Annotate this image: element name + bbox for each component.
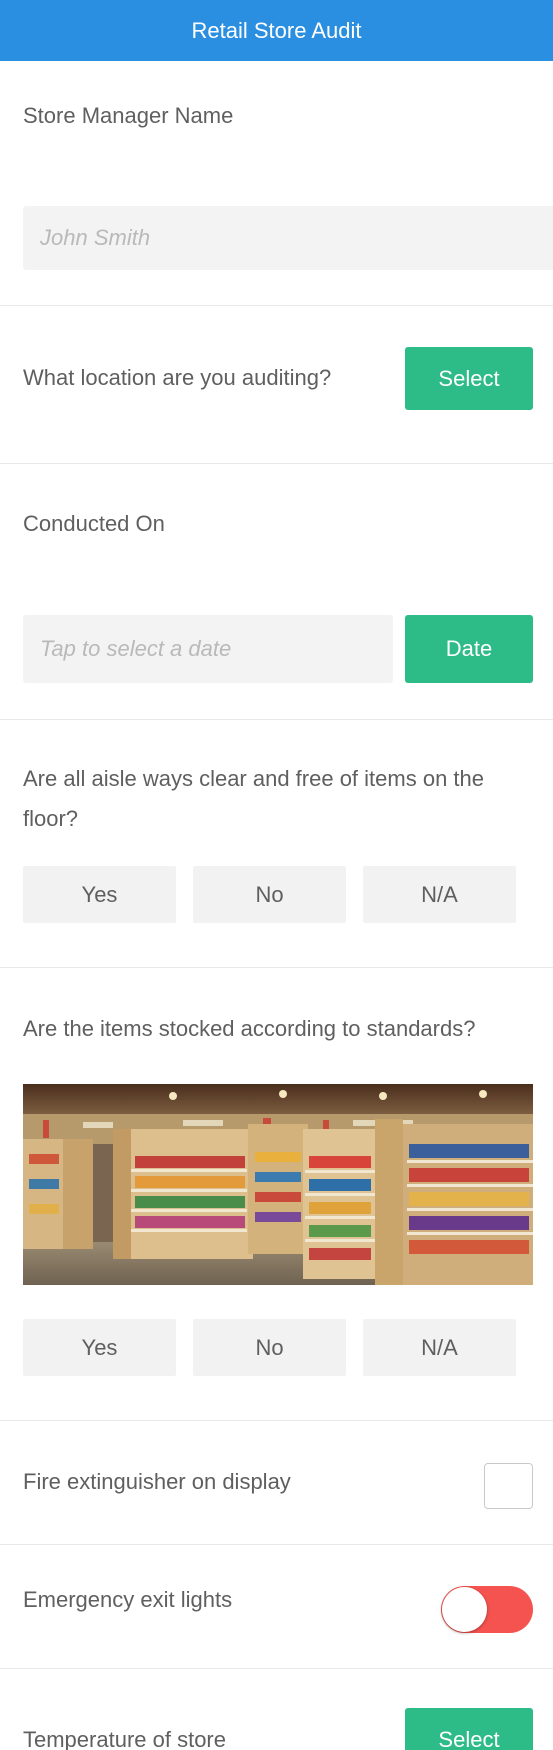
fire-extinguisher-checkbox[interactable] — [484, 1463, 533, 1509]
aisle-question-label: Are all aisle ways clear and free of ite… — [23, 766, 485, 831]
page-title: Retail Store Audit — [191, 17, 362, 43]
emergency-exit-toggle[interactable] — [441, 1586, 533, 1633]
store-aisle-photo — [23, 1084, 533, 1285]
date-input[interactable]: Tap to select a date — [23, 615, 393, 683]
conducted-on-label: Conducted On — [23, 511, 165, 536]
emergency-exit-label: Emergency exit lights — [23, 1587, 233, 1612]
stocked-no-option[interactable]: No — [193, 1319, 346, 1376]
divider — [0, 719, 553, 720]
aisle-yes-option[interactable]: Yes — [23, 866, 176, 923]
app-header: Retail Store Audit — [0, 0, 553, 61]
temperature-label: Temperature of store — [23, 1727, 226, 1750]
divider — [0, 967, 553, 968]
store-manager-label: Store Manager Name — [23, 103, 234, 128]
toggle-knob — [442, 1587, 487, 1632]
stocked-yes-option[interactable]: Yes — [23, 1319, 176, 1376]
divider — [0, 1668, 553, 1669]
location-label: What location are you auditing? — [23, 365, 332, 390]
temperature-select-button[interactable]: Select — [405, 1708, 533, 1750]
date-placeholder: Tap to select a date — [40, 636, 232, 661]
divider — [0, 1420, 553, 1421]
store-manager-input[interactable]: John Smith — [23, 206, 553, 270]
aisle-no-option[interactable]: No — [193, 866, 346, 923]
location-select-button[interactable]: Select — [405, 347, 533, 410]
divider — [0, 305, 553, 306]
fire-extinguisher-label: Fire extinguisher on display — [23, 1469, 291, 1494]
stocked-na-option[interactable]: N/A — [363, 1319, 516, 1376]
divider — [0, 1544, 553, 1545]
store-manager-placeholder: John Smith — [40, 225, 151, 250]
stocked-question-label: Are the items stocked according to stand… — [23, 1016, 476, 1041]
date-button[interactable]: Date — [405, 615, 533, 683]
divider — [0, 463, 553, 464]
aisle-na-option[interactable]: N/A — [363, 866, 516, 923]
